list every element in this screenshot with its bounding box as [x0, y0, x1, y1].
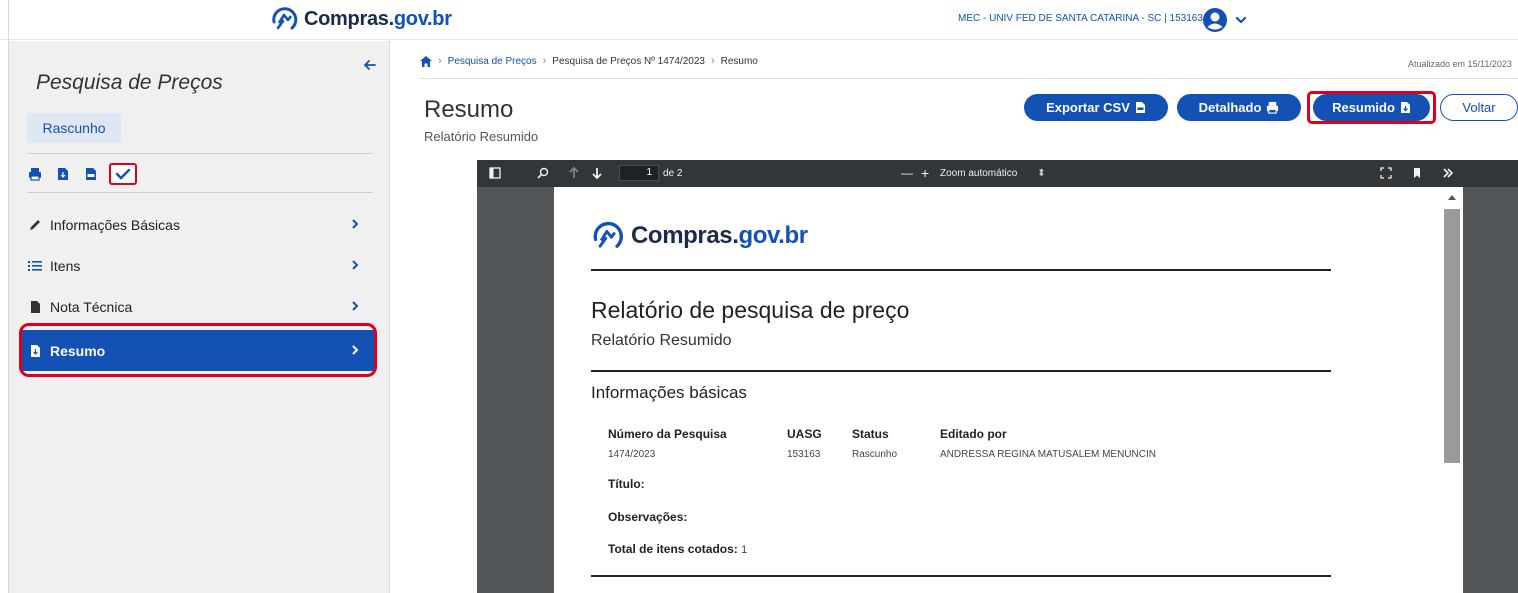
- compras-logo-icon: [272, 7, 298, 30]
- csv-file-icon: [1135, 102, 1145, 113]
- pdf-rule: [591, 575, 1331, 577]
- pdf-title: Relatório de pesquisa de preço: [591, 297, 910, 323]
- sidebar-actions: [27, 163, 137, 185]
- zoom-select-value: Zoom automático: [940, 167, 1018, 179]
- compras-logo[interactable]: Compras.gov.br: [270, 6, 452, 32]
- export-csv-button[interactable]: Exportar CSV: [1024, 94, 1168, 121]
- chevron-right-icon: [352, 219, 359, 229]
- status-badge: Rascunho: [27, 113, 121, 143]
- pdf-col-numero: Número da Pesquisa 1474/2023: [608, 427, 727, 460]
- organization-label: MEC - UNIV FED DE SANTA CATARINA - SC | …: [958, 13, 1203, 24]
- bookmark-icon[interactable]: [1412, 166, 1422, 180]
- divider: [27, 192, 373, 193]
- breadcrumb-link[interactable]: Pesquisa de Preços: [448, 56, 537, 67]
- pdf-col-value: ANDRESSA REGINA MATUSALEM MENUNCIN: [940, 449, 1156, 460]
- sidebar-item-nota-tecnica[interactable]: Nota Técnica: [20, 286, 375, 327]
- voltar-label: Voltar: [1462, 100, 1496, 115]
- list-icon: [28, 259, 42, 273]
- breadcrumb-separator: ›: [710, 55, 715, 67]
- user-avatar-icon[interactable]: [1202, 7, 1228, 33]
- chevron-down-icon[interactable]: [1234, 13, 1248, 27]
- pencil-icon: [28, 218, 42, 232]
- pdf-col-header: Status: [852, 427, 889, 441]
- sidebar-item-itens[interactable]: Itens: [20, 245, 375, 286]
- detalhado-button[interactable]: Detalhado: [1177, 94, 1301, 121]
- sidebar-item-label: Informações Básicas: [50, 216, 180, 233]
- arrow-down-icon[interactable]: [592, 166, 602, 180]
- top-header: Compras.gov.br MEC - UNIV FED DE SANTA C…: [0, 0, 1518, 40]
- breadcrumb-current: Resumo: [720, 55, 758, 67]
- pdf-subtitle: Relatório Resumido: [591, 332, 732, 349]
- highlight-annotation-resumido: [1307, 91, 1436, 124]
- page-title: Resumo: [424, 96, 514, 123]
- divider: [420, 78, 1518, 79]
- zoom-out-button[interactable]: —: [901, 166, 913, 180]
- check-button[interactable]: [109, 163, 137, 185]
- compras-logo-icon: [593, 221, 623, 248]
- scrollbar-thumb[interactable]: [1444, 209, 1460, 463]
- pdf-page: Compras.gov.br Relatório de pesquisa de …: [554, 187, 1442, 593]
- pdf-section-title: Informações básicas: [591, 383, 747, 402]
- voltar-button[interactable]: Voltar: [1440, 94, 1518, 121]
- sidebar-item-informacoes-basicas[interactable]: Informações Básicas: [20, 204, 375, 245]
- breadcrumb: › Pesquisa de Preços › Pesquisa de Preço…: [420, 55, 758, 67]
- breadcrumb-link[interactable]: Pesquisa de Preços Nº 1474/2023: [552, 56, 705, 67]
- pdf-viewer: 1 de 2 — + Zoom automático ⬍ Compras.gov…: [477, 160, 1518, 593]
- pdf-compras-logo: Compras.gov.br: [591, 220, 808, 252]
- pdf-col-value: Rascunho: [852, 449, 898, 460]
- pdf-col-header: UASG: [787, 427, 822, 441]
- highlight-annotation-resumo: [19, 323, 377, 377]
- pdf-col-header: Editado por: [940, 427, 1007, 441]
- file-icon: [28, 300, 42, 314]
- pdf-col-uasg: UASG 153163: [787, 427, 822, 460]
- pdf-total-itens: Total de itens cotados: 1: [608, 542, 747, 556]
- export-csv-label: Exportar CSV: [1046, 100, 1130, 115]
- print-icon[interactable]: [27, 166, 43, 182]
- pdf-observacoes-label: Observações:: [608, 510, 688, 524]
- pdf-rule: [591, 370, 1331, 372]
- pdf-scrollbar[interactable]: [1441, 187, 1463, 593]
- double-chevron-right-icon[interactable]: [1442, 166, 1454, 180]
- search-icon[interactable]: [537, 166, 549, 180]
- sidebar-item-label: Itens: [50, 257, 81, 274]
- breadcrumb-separator: ›: [542, 55, 547, 67]
- chevron-right-icon: [352, 301, 359, 311]
- pdf-col-value: 153163: [787, 449, 821, 460]
- page-total-label: de 2: [663, 167, 683, 179]
- file-download-icon[interactable]: [55, 166, 71, 182]
- arrow-left-icon[interactable]: [363, 58, 377, 72]
- pdf-col-header: Número da Pesquisa: [608, 427, 727, 441]
- pdf-rule: [591, 269, 1331, 271]
- sidebar-toggle-icon[interactable]: [489, 166, 501, 180]
- pdf-col-editado-por: Editado por ANDRESSA REGINA MATUSALEM ME…: [940, 427, 1156, 460]
- pdf-titulo-label: Título:: [608, 477, 645, 491]
- home-icon[interactable]: [420, 55, 432, 67]
- chevron-right-icon: [352, 260, 359, 270]
- print-icon: [1267, 101, 1279, 114]
- sidebar-item-label: Nota Técnica: [50, 298, 133, 315]
- fullscreen-icon[interactable]: [1380, 166, 1392, 180]
- pdf-col-status: Status Rascunho: [852, 427, 897, 460]
- divider: [27, 153, 373, 154]
- page-subtitle: Relatório Resumido: [424, 129, 539, 144]
- check-icon: [115, 168, 131, 180]
- pdf-total-value: 1: [741, 544, 748, 556]
- pdf-toolbar: 1 de 2 — + Zoom automático ⬍: [477, 160, 1518, 187]
- arrow-up-icon[interactable]: [569, 166, 579, 180]
- pdf-logo-text: Compras.gov.br: [631, 222, 808, 249]
- logo-text: Compras.gov.br: [304, 7, 452, 30]
- csv-file-icon[interactable]: [83, 166, 99, 182]
- breadcrumb-separator: ›: [438, 55, 442, 67]
- pdf-total-label: Total de itens cotados:: [608, 542, 738, 556]
- sidebar: Pesquisa de Preços Rascunho Informações …: [9, 41, 390, 593]
- sidebar-title: Pesquisa de Preços: [36, 71, 223, 94]
- pdf-col-value: 1474/2023: [608, 449, 656, 460]
- zoom-in-button[interactable]: +: [921, 165, 929, 181]
- select-arrow-icon: ⬍: [1037, 167, 1046, 179]
- page-number-input[interactable]: 1: [619, 165, 659, 181]
- detalhado-label: Detalhado: [1198, 100, 1262, 115]
- zoom-select[interactable]: Zoom automático ⬍: [940, 166, 1046, 180]
- scroll-up-icon[interactable]: [1447, 193, 1457, 201]
- updated-date: Atualizado em 15/11/2023: [1408, 59, 1512, 69]
